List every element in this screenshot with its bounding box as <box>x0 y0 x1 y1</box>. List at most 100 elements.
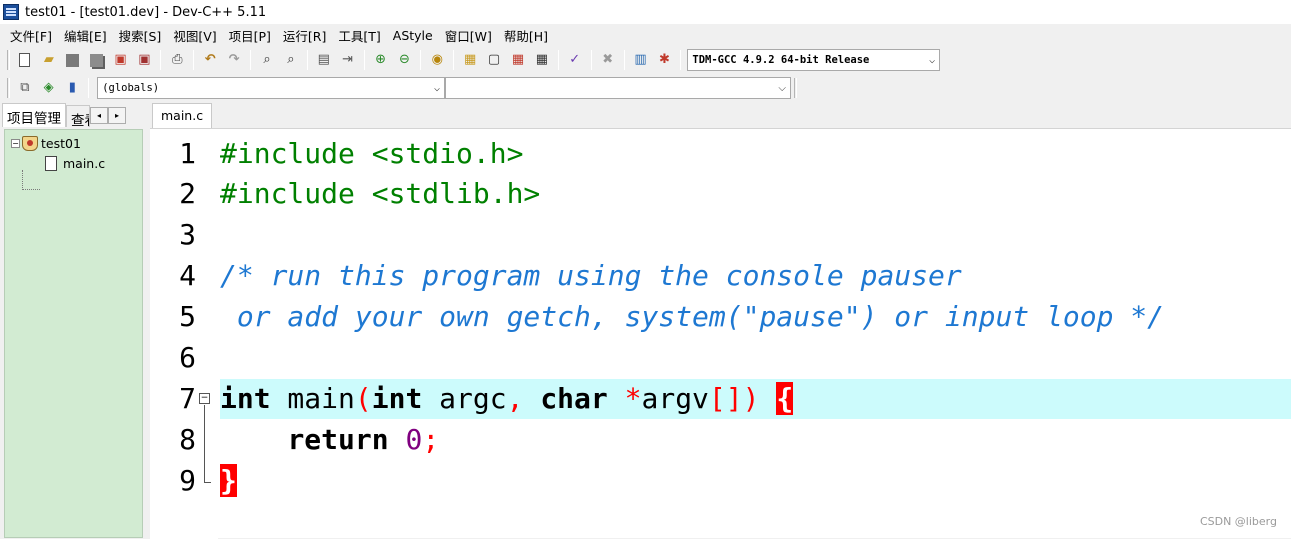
close-file-button[interactable]: ▣ <box>110 49 132 71</box>
compile-button[interactable]: ▦ <box>459 49 481 71</box>
chart-button[interactable]: ▥ <box>630 49 652 71</box>
goto-bookmark-icon: ▮ <box>68 80 76 95</box>
comment: /* run this program using the console pa… <box>220 259 962 292</box>
line-number: 3 <box>179 218 196 251</box>
menu-astyle[interactable]: AStyle <box>387 28 439 43</box>
menu-search[interactable]: 搜索[S] <box>113 26 168 45</box>
toolbar-separator <box>420 50 422 70</box>
tab-scroll-right-button[interactable]: ▸ <box>108 107 126 124</box>
tab-project-manager[interactable]: 项目管理 <box>2 103 66 127</box>
compile-icon: ▦ <box>464 52 477 67</box>
toolbar-separator <box>160 50 162 70</box>
debug-icon: ✱ <box>658 52 670 67</box>
symbol: [] <box>708 382 743 415</box>
fold-toggle-icon[interactable]: − <box>199 393 210 404</box>
redo-button[interactable]: ↷ <box>223 49 245 71</box>
toolbar-grip[interactable] <box>7 50 10 70</box>
toolbar-grip[interactable] <box>794 78 797 98</box>
close-all-button[interactable]: ▣ <box>133 49 155 71</box>
menu-file[interactable]: 文件[F] <box>4 26 58 45</box>
replace-button[interactable]: ⌕ <box>280 49 302 71</box>
run-button[interactable]: ▢ <box>483 49 505 71</box>
fold-line <box>204 405 205 482</box>
find-button[interactable]: ⌕ <box>256 49 278 71</box>
rebuild-all-button[interactable]: ▦ <box>531 49 553 71</box>
project-panel: 项目管理 查看类 ◂ ▸ − test01 main.c <box>0 103 150 538</box>
toolbar-separator <box>680 50 682 70</box>
remove-from-project-button[interactable]: ⊖ <box>393 49 415 71</box>
line-number-gutter: 1 2 3 4 5 6 7 8 9 − <box>150 129 218 539</box>
save-all-button[interactable] <box>86 49 108 71</box>
menu-view[interactable]: 视图[V] <box>167 26 222 45</box>
tab-class-view[interactable]: 查看类 <box>66 105 90 127</box>
watermark: CSDN @liberg <box>1199 515 1277 528</box>
menu-project[interactable]: 项目[P] <box>223 26 277 45</box>
indent-icon: ⇥ <box>342 52 354 67</box>
new-file-button[interactable] <box>14 49 36 71</box>
compile-run-button[interactable]: ▦ <box>507 49 529 71</box>
code-line-5: or add your own getch, system("pause") o… <box>220 297 1291 337</box>
symbol: * <box>624 382 642 415</box>
insert-button[interactable]: ⧉ <box>14 77 36 99</box>
keyword: char <box>540 382 608 415</box>
code-editor[interactable]: 1 2 3 4 5 6 7 8 9 − #include <stdio.h> #… <box>150 128 1291 539</box>
fold-line <box>204 482 211 483</box>
members-select[interactable]: ⌵ <box>445 77 791 99</box>
chevron-down-icon: ⌵ <box>778 82 786 94</box>
menu-edit[interactable]: 编辑[E] <box>58 26 113 45</box>
line-number: 4 <box>179 259 196 292</box>
toggle-bookmark-button[interactable]: ◈ <box>38 77 60 99</box>
close-all-icon: ▣ <box>138 52 151 67</box>
keyword: int <box>371 382 423 415</box>
scope-select[interactable]: (globals) ⌵ <box>97 77 446 99</box>
indent-button[interactable]: ⇥ <box>337 49 359 71</box>
toolbar-grip[interactable] <box>7 78 10 98</box>
toolbar-separator <box>250 50 252 70</box>
tree-connector <box>22 170 23 190</box>
add-to-project-button[interactable]: ⊕ <box>370 49 392 71</box>
undo-button[interactable]: ↶ <box>199 49 221 71</box>
secondary-toolbar: ⧉ ◈ ▮ (globals) ⌵ ⌵ <box>0 75 800 101</box>
compiler-select[interactable]: TDM-GCC 4.9.2 64-bit Release ⌵ <box>687 49 941 71</box>
syntax-check-button[interactable]: ✓ <box>564 49 586 71</box>
identifier: argc <box>422 382 507 415</box>
menu-window[interactable]: 窗口[W] <box>439 26 498 45</box>
toolbar-separator <box>590 50 592 70</box>
toolbar-separator <box>88 78 90 98</box>
tree-connector <box>22 189 40 190</box>
debug-button[interactable]: ✱ <box>653 49 675 71</box>
stop-button[interactable]: ✖ <box>597 49 619 71</box>
open-button[interactable]: ▰ <box>38 49 60 71</box>
project-icon <box>22 135 38 151</box>
toolbar-separator <box>453 50 455 70</box>
compile-run-icon: ▦ <box>511 52 525 67</box>
menu-help[interactable]: 帮助[H] <box>498 26 554 45</box>
toolbar-separator <box>306 50 308 70</box>
chart-icon: ▥ <box>634 52 647 67</box>
goto-bookmark-button[interactable]: ▮ <box>61 77 83 99</box>
tree-project-node[interactable]: − test01 <box>11 134 81 152</box>
tab-main-c[interactable]: main.c <box>152 103 213 128</box>
collapse-icon[interactable]: − <box>11 138 20 148</box>
project-name: test01 <box>41 135 81 151</box>
print-button[interactable]: ⎙ <box>166 49 188 71</box>
toolbar-separator <box>623 50 625 70</box>
project-tree: − test01 main.c <box>4 129 143 538</box>
code-content[interactable]: #include <stdio.h> #include <stdlib.h> /… <box>220 129 1291 539</box>
tab-scroll-left-button[interactable]: ◂ <box>90 107 108 124</box>
symbol: ; <box>422 423 440 456</box>
goto-line-button[interactable]: ▤ <box>313 49 335 71</box>
undo-icon: ↶ <box>204 52 216 67</box>
code-line-1: #include <stdio.h> <box>220 134 1291 174</box>
open-folder-icon: ▰ <box>43 52 54 67</box>
class-browser-button[interactable]: ◉ <box>426 49 448 71</box>
menu-tools[interactable]: 工具[T] <box>332 26 386 45</box>
menu-run[interactable]: 运行[R] <box>277 26 332 45</box>
save-button[interactable] <box>62 49 84 71</box>
tree-file-node[interactable]: main.c <box>45 154 105 172</box>
